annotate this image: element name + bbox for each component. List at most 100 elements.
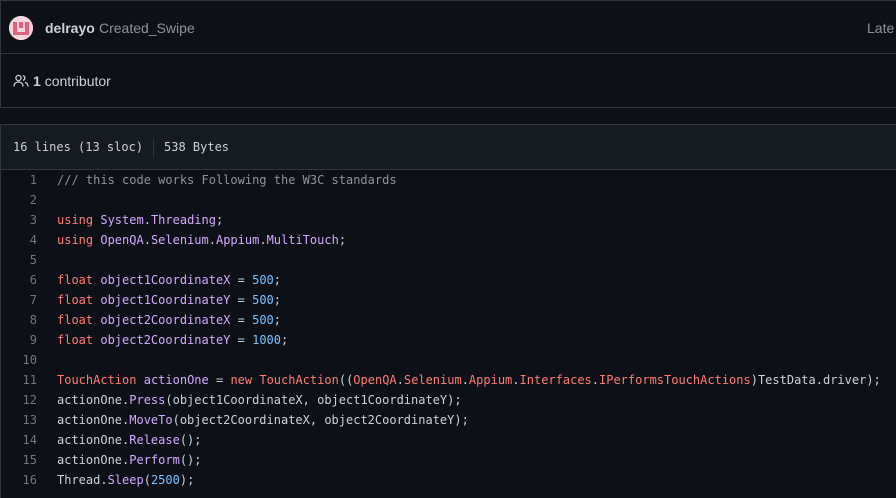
- code-line: 8 float object2CoordinateX = 500;: [1, 310, 896, 330]
- line-number[interactable]: 12: [1, 393, 37, 407]
- code-token: TouchAction: [57, 373, 137, 387]
- commit-author[interactable]: delrayo: [45, 20, 95, 36]
- code-token: .: [512, 373, 520, 387]
- line-source: actionOne.Release();: [57, 433, 202, 447]
- line-source: float object1CoordinateY = 500;: [57, 293, 281, 307]
- code-token: ;: [273, 273, 282, 287]
- code-token: ;: [281, 333, 289, 347]
- line-number[interactable]: 4: [1, 233, 37, 247]
- code-token: 500: [252, 293, 274, 307]
- line-source: TouchAction actionOne = new TouchAction(…: [57, 373, 881, 387]
- line-source: using OpenQA.Selenium.Appium.MultiTouch;: [57, 233, 346, 247]
- contributor-label: contributor: [44, 73, 111, 89]
- code-token: );: [179, 473, 195, 487]
- line-source: /// this code works Following the W3C st…: [57, 173, 397, 187]
- code-token: float: [57, 313, 94, 327]
- line-number[interactable]: 11: [1, 373, 37, 387]
- code-token: /// this code works Following the W3C st…: [57, 173, 397, 187]
- code-token: Appium: [468, 373, 513, 387]
- code-token: =: [230, 333, 253, 347]
- line-number[interactable]: 13: [1, 413, 37, 427]
- code-token: object1CoordinateY: [100, 293, 231, 307]
- code-token: using: [57, 233, 94, 247]
- code-line: 15 actionOne.Perform();: [1, 450, 896, 470]
- line-number[interactable]: 3: [1, 213, 37, 227]
- code-token: ;: [273, 293, 282, 307]
- line-source: float object1CoordinateX = 500;: [57, 273, 281, 287]
- code-token: Release: [129, 433, 180, 447]
- code-line: 4 using OpenQA.Selenium.Appium.MultiTouch…: [1, 230, 896, 250]
- code-token: actionOne.: [57, 453, 130, 467]
- code-token: object2CoordinateX: [100, 313, 231, 327]
- code-token: (object1CoordinateX, object1CoordinateY)…: [165, 393, 462, 407]
- line-number[interactable]: 15: [1, 453, 37, 467]
- avatar[interactable]: [9, 16, 33, 40]
- code-line: 5: [1, 250, 896, 270]
- code-token: ;: [338, 233, 347, 247]
- code-token: float: [57, 273, 94, 287]
- code-token: =: [230, 313, 253, 327]
- code-token: .: [143, 213, 151, 227]
- code-token: )TestData.driver);: [750, 373, 881, 387]
- line-number[interactable]: 1: [1, 173, 37, 187]
- line-number[interactable]: 5: [1, 253, 37, 267]
- code-token: MultiTouch: [266, 233, 339, 247]
- code-token: Selenium: [403, 373, 462, 387]
- people-icon: [13, 74, 29, 87]
- line-source: actionOne.Perform();: [57, 453, 202, 467]
- code-token: OpenQA: [353, 373, 397, 387]
- code-token: Sleep: [107, 473, 144, 487]
- code-token: 500: [252, 313, 274, 327]
- code-token: Interfaces: [519, 373, 592, 387]
- code-token: Thread.: [57, 473, 108, 487]
- code-token: .: [208, 233, 216, 247]
- code-token: ;: [273, 313, 282, 327]
- line-number[interactable]: 7: [1, 293, 37, 307]
- code-token: .: [143, 233, 151, 247]
- code-token: .: [396, 373, 404, 387]
- code-token: .: [461, 373, 469, 387]
- file-size: 538 Bytes: [164, 140, 230, 154]
- code-line: 2: [1, 190, 896, 210]
- line-source: Thread.Sleep(2500);: [57, 473, 194, 487]
- code-token: 1000: [252, 333, 281, 347]
- code-token: actionOne.: [57, 413, 130, 427]
- line-number[interactable]: 14: [1, 433, 37, 447]
- file-lines-info: 16 lines (13 sloc): [13, 140, 144, 154]
- code-token: float: [57, 293, 94, 307]
- code-token: Press: [129, 393, 166, 407]
- line-number[interactable]: 9: [1, 333, 37, 347]
- line-source: float object2CoordinateX = 500;: [57, 313, 281, 327]
- code-token: MoveTo: [129, 413, 173, 427]
- code-line: 16 Thread.Sleep(2500);: [1, 470, 896, 490]
- contributors-bar: 1 contributor: [0, 54, 896, 108]
- code-token: System: [100, 213, 144, 227]
- line-number[interactable]: 10: [1, 353, 37, 367]
- code-view: 1 /// this code works Following the W3C s…: [0, 170, 896, 498]
- code-token: Perform: [129, 453, 180, 467]
- line-source: using System.Threading;: [57, 213, 223, 227]
- line-source: actionOne.Press(object1CoordinateX, obje…: [57, 393, 462, 407]
- code-token: (: [143, 473, 151, 487]
- code-line: 3 using System.Threading;: [1, 210, 896, 230]
- code-line: 13 actionOne.MoveTo(object2CoordinateX, o…: [1, 410, 896, 430]
- code-token: actionOne: [143, 373, 209, 387]
- code-token: TouchAction: [259, 373, 339, 387]
- code-token: using: [57, 213, 94, 227]
- code-token: ;: [215, 213, 224, 227]
- contributors-link[interactable]: 1 contributor: [33, 73, 111, 89]
- line-number[interactable]: 8: [1, 313, 37, 327]
- code-token: object2CoordinateY: [100, 333, 231, 347]
- commit-message[interactable]: Created_Swipe: [99, 20, 195, 36]
- code-token: (object2CoordinateX, object2CoordinateY)…: [172, 413, 469, 427]
- line-number[interactable]: 16: [1, 473, 37, 487]
- latest-commit-bar: delrayo Created_Swipe Late: [0, 0, 896, 54]
- code-token: new: [230, 373, 253, 387]
- line-source: float object2CoordinateY = 1000;: [57, 333, 288, 347]
- code-line: 9 float object2CoordinateY = 1000;: [1, 330, 896, 350]
- line-number[interactable]: 6: [1, 273, 37, 287]
- line-number[interactable]: 2: [1, 193, 37, 207]
- code-token: 2500: [150, 473, 180, 487]
- code-token: ();: [179, 433, 202, 447]
